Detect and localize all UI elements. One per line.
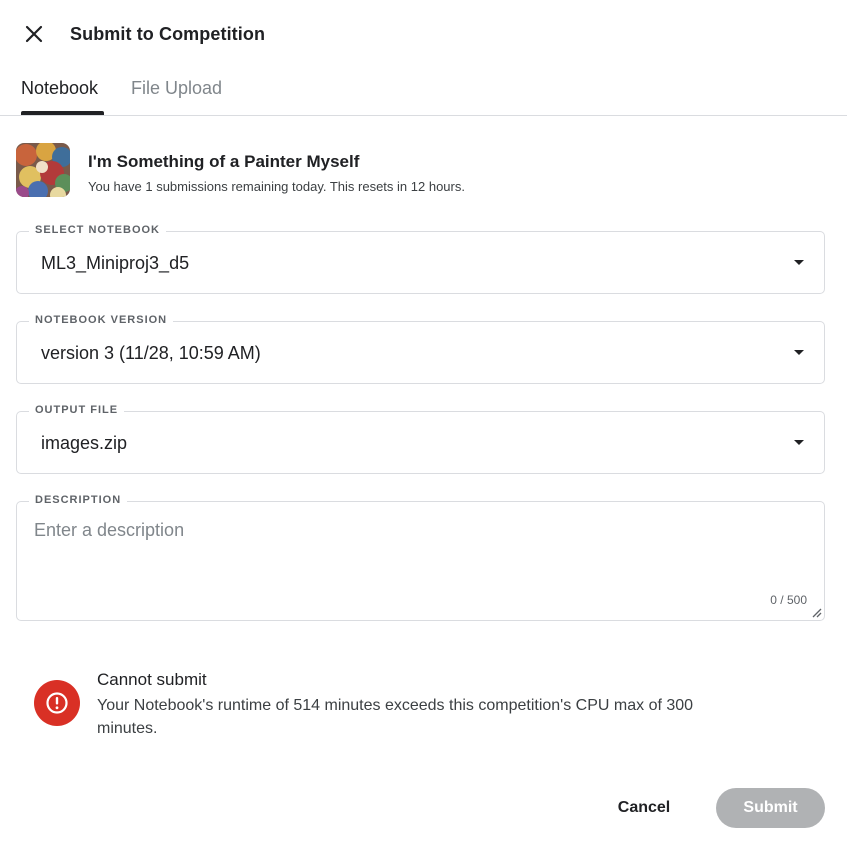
competition-thumbnail (16, 143, 70, 197)
tab-bar: Notebook File Upload (0, 70, 847, 116)
tab-file-upload[interactable]: File Upload (131, 78, 222, 111)
description-label: DESCRIPTION (29, 494, 128, 506)
description-input[interactable] (34, 520, 794, 580)
competition-name: I'm Something of a Painter Myself (88, 152, 360, 171)
resize-handle-icon[interactable] (810, 606, 822, 618)
select-notebook-value: ML3_Miniproj3_d5 (41, 253, 190, 273)
chevron-down-icon (794, 440, 804, 445)
output-file-label: OUTPUT FILE (29, 404, 125, 416)
select-notebook-label: SELECT NOTEBOOK (29, 224, 167, 236)
character-count: 0 / 500 (770, 593, 807, 607)
notebook-version-label: NOTEBOOK VERSION (29, 314, 174, 326)
output-file-value: images.zip (41, 433, 128, 453)
dialog-title: Submit to Competition (70, 24, 266, 44)
select-notebook-dropdown[interactable]: SELECT NOTEBOOK ML3_Miniproj3_d5 (16, 224, 825, 294)
error-message: Your Notebook's runtime of 514 minutes e… (97, 697, 694, 737)
tab-notebook[interactable]: Notebook (21, 78, 98, 111)
chevron-down-icon (794, 260, 804, 265)
notebook-version-value: version 3 (11/28, 10:59 AM) (41, 343, 261, 363)
output-file-dropdown[interactable]: OUTPUT FILE images.zip (16, 404, 825, 474)
error-icon (34, 680, 80, 726)
chevron-down-icon (794, 350, 804, 355)
close-icon[interactable] (20, 20, 48, 48)
dialog-header: Submit to Competition (0, 0, 847, 70)
active-tab-indicator (21, 111, 104, 115)
description-field: DESCRIPTION 0 / 500 (16, 494, 825, 621)
error-title: Cannot submit (97, 670, 207, 689)
submissions-remaining: You have 1 submissions remaining today. … (88, 179, 465, 194)
notebook-version-dropdown[interactable]: NOTEBOOK VERSION version 3 (11/28, 10:59… (16, 314, 825, 384)
cancel-button[interactable]: Cancel (604, 788, 684, 828)
submit-button[interactable]: Submit (716, 788, 825, 828)
